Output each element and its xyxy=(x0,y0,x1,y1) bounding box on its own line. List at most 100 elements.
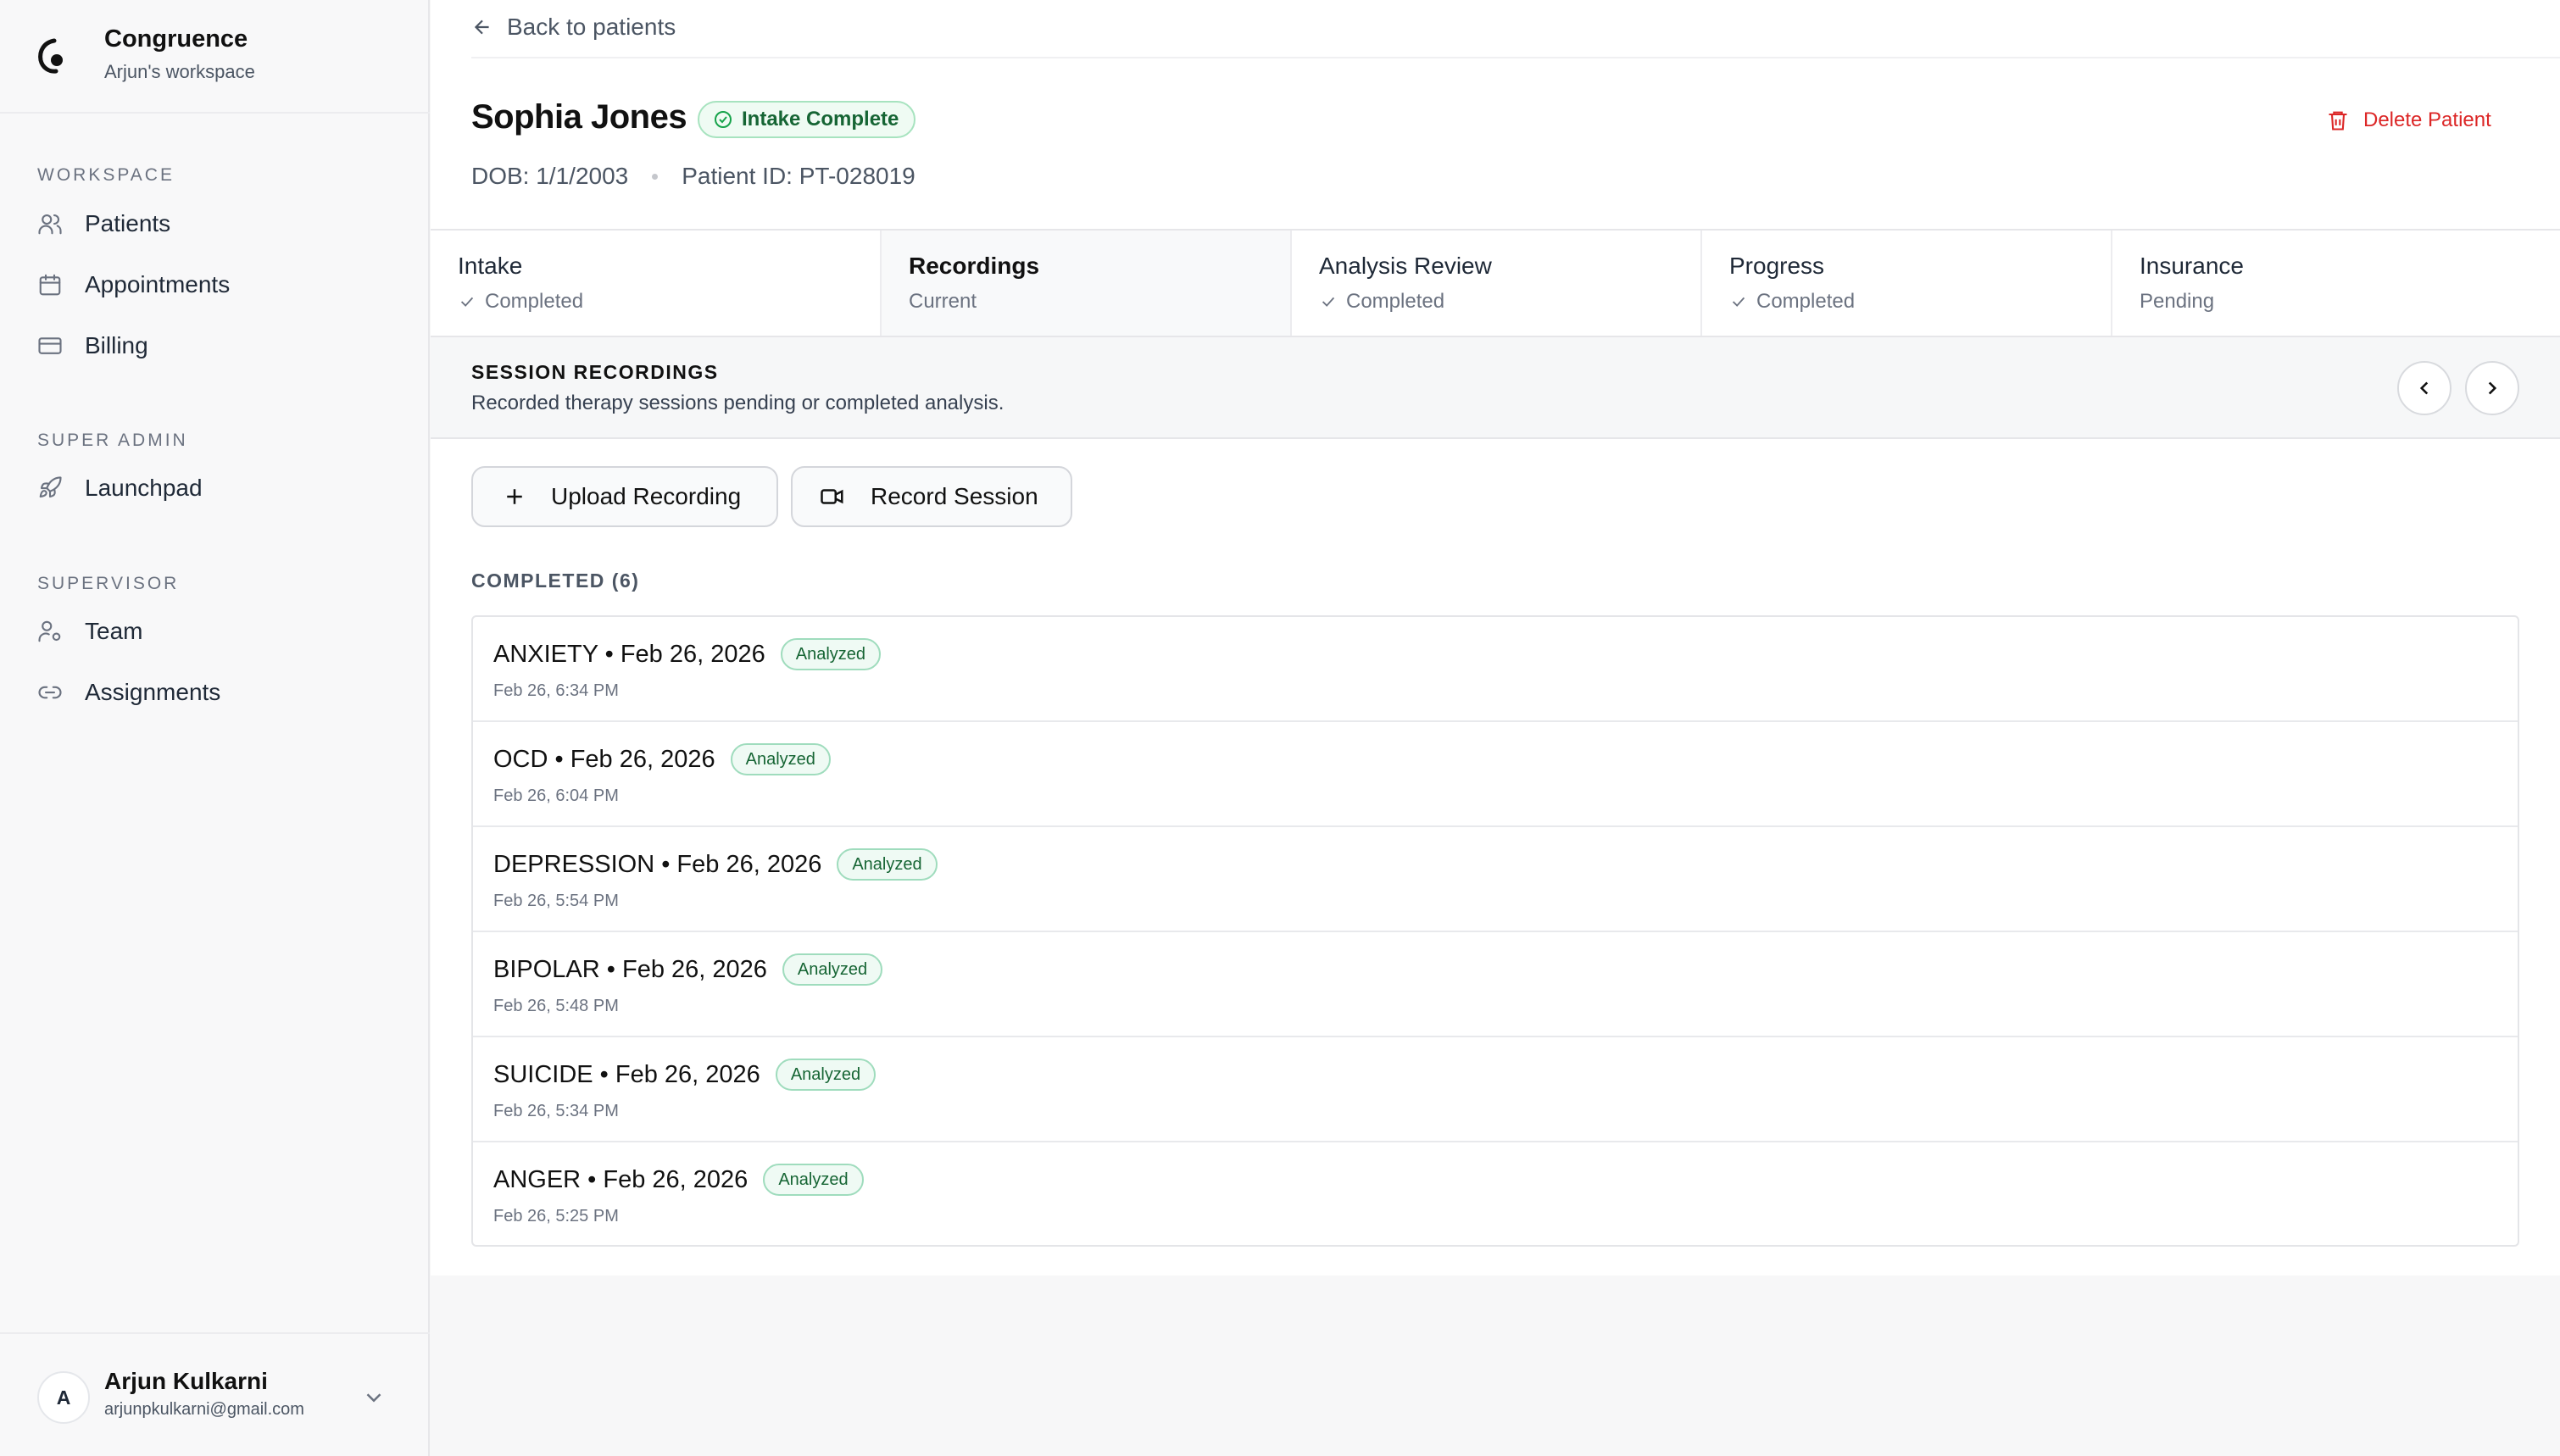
sidebar-item-label: Team xyxy=(85,618,143,644)
recording-title: SUICIDE • Feb 26, 2026 Analyzed xyxy=(493,1059,877,1091)
check-circle-icon xyxy=(715,111,732,128)
patient-meta: DOB: 1/1/2003 Patient ID: PT-028019 xyxy=(471,163,915,190)
check-icon xyxy=(1732,297,1745,307)
sidebar-item-billing[interactable]: Billing xyxy=(37,325,410,367)
avatar: A xyxy=(37,1371,90,1424)
credit-card-icon xyxy=(38,337,62,354)
recordings-list: ANXIETY • Feb 26, 2026 Analyzed Feb 26, 6… xyxy=(471,615,2519,1247)
tab-status: Completed xyxy=(1319,290,1444,314)
recording-time: Feb 26, 5:48 PM xyxy=(493,997,619,1015)
workflow-tabs: Intake Completed Recordings Current Anal… xyxy=(431,229,2560,337)
upload-recording-button[interactable]: Upload Recording xyxy=(471,466,778,527)
delete-label: Delete Patient xyxy=(2363,108,2491,131)
section-label-supervisor: SUPERVISOR xyxy=(37,574,180,593)
separator-dot xyxy=(652,173,659,180)
chevron-down-icon[interactable] xyxy=(361,1385,387,1410)
brand-name: Congruence xyxy=(104,25,248,53)
chevron-left-icon xyxy=(2419,381,2429,395)
tab-status: Completed xyxy=(458,290,583,314)
recording-title: DEPRESSION • Feb 26, 2026 Analyzed xyxy=(493,848,938,881)
tab-insurance[interactable]: Insurance Pending xyxy=(2112,231,2560,336)
user-cog-icon xyxy=(38,620,61,642)
main-content: Back to patients Sophia Jones Intake Com… xyxy=(431,0,2560,1275)
tab-title: Progress xyxy=(1729,253,1825,279)
tab-status: Completed xyxy=(1729,290,1855,314)
list-item[interactable]: ANGER • Feb 26, 2026 Analyzed Feb 26, 5:2… xyxy=(473,1142,2518,1248)
trash-icon xyxy=(2329,111,2347,131)
analyzed-badge: Analyzed xyxy=(782,953,883,986)
recording-title: ANGER • Feb 26, 2026 Analyzed xyxy=(493,1164,864,1196)
tab-title: Insurance xyxy=(2140,253,2244,279)
badge-label: Intake Complete xyxy=(742,108,899,131)
link-icon xyxy=(38,686,62,699)
completed-list-label: COMPLETED (6) xyxy=(471,570,640,592)
tab-intake[interactable]: Intake Completed xyxy=(431,231,882,336)
sidebar-item-team[interactable]: Team xyxy=(37,610,410,653)
patient-id: Patient ID: PT-028019 xyxy=(682,163,915,189)
list-item[interactable]: OCD • Feb 26, 2026 Analyzed Feb 26, 6:04 … xyxy=(473,722,2518,827)
analyzed-badge: Analyzed xyxy=(837,848,938,881)
list-item[interactable]: SUICIDE • Feb 26, 2026 Analyzed Feb 26, 5… xyxy=(473,1037,2518,1142)
delete-patient-button[interactable]: Delete Patient xyxy=(2326,105,2491,136)
tab-analysis-review[interactable]: Analysis Review Completed xyxy=(1292,231,1702,336)
tab-title: Recordings xyxy=(909,253,1040,279)
user-menu[interactable]: A Arjun Kulkarni arjunpkulkarni@gmail.co… xyxy=(0,1332,430,1456)
rocket-icon xyxy=(39,476,62,498)
sidebar-item-label: Launchpad xyxy=(85,475,203,501)
back-label: Back to patients xyxy=(507,14,676,40)
recording-time: Feb 26, 6:04 PM xyxy=(493,786,619,805)
patient-dob: DOB: 1/1/2003 xyxy=(471,163,629,189)
sidebar-item-appointments[interactable]: Appointments xyxy=(37,264,410,306)
tab-title: Analysis Review xyxy=(1319,253,1492,279)
button-label: Record Session xyxy=(871,483,1038,509)
recording-title: OCD • Feb 26, 2026 Analyzed xyxy=(493,743,831,775)
intake-status-badge: Intake Complete xyxy=(698,101,916,138)
users-icon xyxy=(38,214,62,235)
sidebar-item-label: Billing xyxy=(85,332,148,358)
section-subtitle: Recorded therapy sessions pending or com… xyxy=(471,392,1005,414)
back-to-patients-link[interactable]: Back to patients xyxy=(471,12,676,42)
sidebar-item-launchpad[interactable]: Launchpad xyxy=(37,467,410,509)
analyzed-badge: Analyzed xyxy=(780,638,882,670)
sidebar-item-label: Patients xyxy=(85,210,171,236)
tab-recordings[interactable]: Recordings Current xyxy=(882,231,1292,336)
analyzed-badge: Analyzed xyxy=(775,1059,877,1091)
congruence-logo-icon xyxy=(38,38,63,74)
plus-icon xyxy=(507,489,522,504)
prev-step-button[interactable] xyxy=(2397,361,2451,415)
next-step-button[interactable] xyxy=(2465,361,2519,415)
chevron-right-icon xyxy=(2488,381,2497,395)
user-email: arjunpkulkarni@gmail.com xyxy=(104,1400,304,1419)
analyzed-badge: Analyzed xyxy=(763,1164,864,1196)
tab-progress[interactable]: Progress Completed xyxy=(1702,231,2112,336)
calendar-icon xyxy=(39,274,61,296)
section-label-super-admin: SUPER ADMIN xyxy=(37,431,188,450)
section-title: SESSION RECORDINGS xyxy=(471,361,719,383)
recording-time: Feb 26, 5:54 PM xyxy=(493,892,619,910)
record-session-button[interactable]: Record Session xyxy=(791,466,1072,527)
tab-title: Intake xyxy=(458,253,523,279)
recording-title: ANXIETY • Feb 26, 2026 Analyzed xyxy=(493,638,882,670)
list-item[interactable]: BIPOLAR • Feb 26, 2026 Analyzed Feb 26, 5… xyxy=(473,932,2518,1037)
recording-time: Feb 26, 5:25 PM xyxy=(493,1207,619,1225)
recording-title: BIPOLAR • Feb 26, 2026 Analyzed xyxy=(493,953,883,986)
brand-header[interactable]: Congruence Arjun's workspace xyxy=(0,0,430,114)
session-recordings-header: SESSION RECORDINGS Recorded therapy sess… xyxy=(431,337,2560,439)
sidebar-item-patients[interactable]: Patients xyxy=(37,203,410,245)
user-name: Arjun Kulkarni xyxy=(104,1368,268,1394)
list-item[interactable]: ANXIETY • Feb 26, 2026 Analyzed Feb 26, 6… xyxy=(473,617,2518,722)
sidebar-item-assignments[interactable]: Assignments xyxy=(37,671,410,714)
button-label: Upload Recording xyxy=(551,483,742,509)
recording-time: Feb 26, 5:34 PM xyxy=(493,1102,619,1120)
arrow-left-icon xyxy=(474,19,489,35)
divider xyxy=(471,57,2560,58)
sidebar-item-label: Appointments xyxy=(85,271,231,297)
check-icon xyxy=(460,297,474,307)
patient-name: Sophia Jones xyxy=(471,98,687,136)
video-camera-icon xyxy=(821,489,843,504)
list-item[interactable]: DEPRESSION • Feb 26, 2026 Analyzed Feb 26… xyxy=(473,827,2518,932)
workspace-name: Arjun's workspace xyxy=(104,61,255,82)
analyzed-badge: Analyzed xyxy=(730,743,831,775)
recording-time: Feb 26, 6:34 PM xyxy=(493,681,619,700)
check-icon xyxy=(1322,297,1335,307)
